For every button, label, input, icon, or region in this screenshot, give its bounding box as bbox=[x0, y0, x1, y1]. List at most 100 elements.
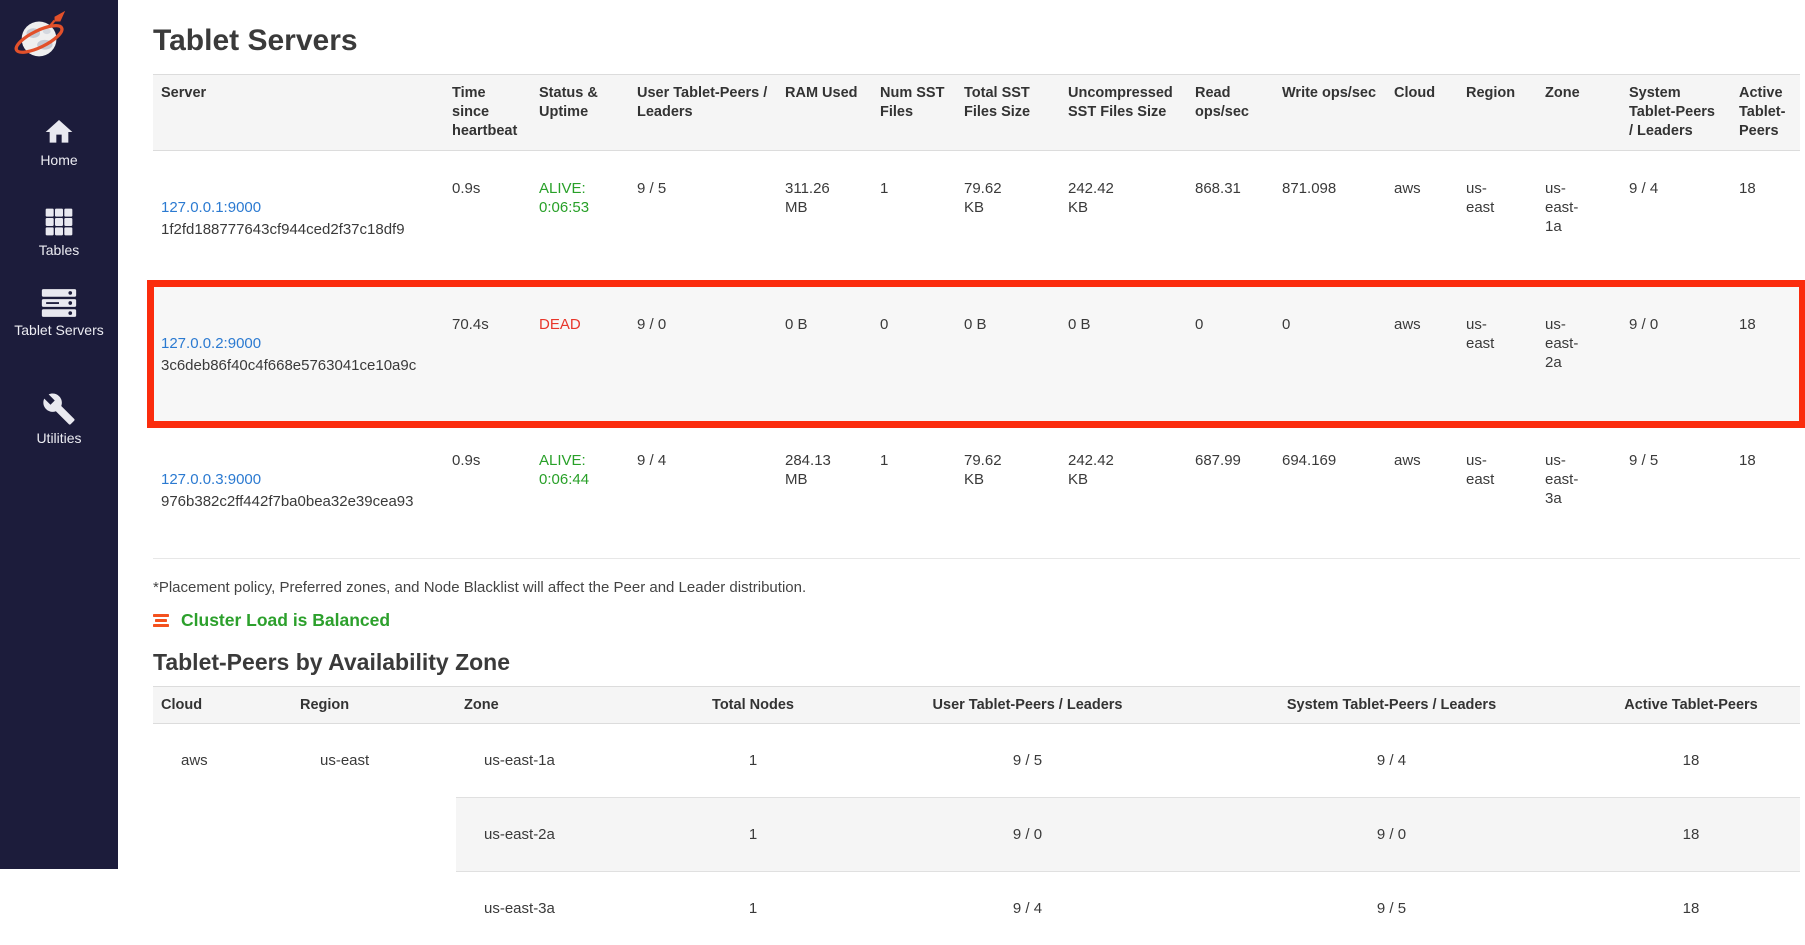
sidebar-item-home[interactable]: Home bbox=[0, 116, 118, 168]
cell-ram: 311.26 MB bbox=[777, 150, 872, 286]
cell-system-peers: 9 / 5 bbox=[1201, 872, 1582, 945]
main-content: Tablet Servers Server Time since heartbe… bbox=[118, 0, 1805, 869]
uptime-text: 0:06:44 bbox=[539, 471, 589, 488]
col-zone: Zone bbox=[456, 687, 652, 724]
cell-user-peers: 9 / 0 bbox=[629, 286, 777, 422]
cell-active-peers: 18 bbox=[1731, 150, 1800, 286]
cell-server: 127.0.0.3:9000 976b382c2ff442f7ba0bea32e… bbox=[153, 422, 444, 558]
yugabyte-logo[interactable] bbox=[12, 8, 70, 66]
cell-total-nodes: 1 bbox=[652, 872, 854, 945]
cell-zone: us- east- 3a bbox=[1537, 422, 1621, 558]
cell-uncompressed-sst: 242.42 KB bbox=[1060, 150, 1187, 286]
cell-read-ops: 0 bbox=[1187, 286, 1274, 422]
cell-num-sst: 1 bbox=[872, 422, 956, 558]
sidebar-item-utilities[interactable]: Utilities bbox=[0, 392, 118, 446]
col-heartbeat: Time since heartbeat bbox=[444, 75, 531, 151]
col-system-peers: System Tablet-Peers / Leaders bbox=[1621, 75, 1731, 151]
col-cloud: Cloud bbox=[1386, 75, 1458, 151]
cluster-load-icon bbox=[153, 613, 171, 629]
cell-status: ALIVE: 0:06:44 bbox=[531, 422, 629, 558]
server-uuid: 3c6deb86f40c4f668e5763041ce10a9c bbox=[161, 356, 436, 375]
cell-total-nodes: 1 bbox=[652, 798, 854, 872]
cell-system-peers: 9 / 0 bbox=[1201, 798, 1582, 872]
cell-write-ops: 694.169 bbox=[1274, 422, 1386, 558]
col-region: Region bbox=[1458, 75, 1537, 151]
app-window: Home Tables bbox=[0, 0, 1805, 869]
cell-read-ops: 868.31 bbox=[1187, 150, 1274, 286]
cell-ram: 284.13 MB bbox=[777, 422, 872, 558]
cell-region: us- east bbox=[1458, 150, 1537, 286]
cell-user-peers: 9 / 4 bbox=[854, 872, 1201, 945]
cell-status: DEAD bbox=[531, 286, 629, 422]
planet-logo-icon bbox=[12, 8, 70, 66]
cell-system-peers: 9 / 5 bbox=[1621, 422, 1731, 558]
cell-zone: us-east-1a bbox=[456, 724, 652, 798]
server-link[interactable]: 127.0.0.3:9000 bbox=[161, 471, 261, 488]
status-text: ALIVE: bbox=[539, 452, 586, 469]
server-row-1: 127.0.0.1:9000 1f2fd188777643cf944ced2f3… bbox=[153, 150, 1800, 286]
cell-region: us- east bbox=[1458, 422, 1537, 558]
cell-server: 127.0.0.2:9000 3c6deb86f40c4f668e5763041… bbox=[153, 286, 444, 422]
server-link[interactable]: 127.0.0.1:9000 bbox=[161, 199, 261, 216]
sidebar-item-tables[interactable]: Tables bbox=[0, 206, 118, 258]
server-uuid: 976b382c2ff442f7ba0bea32e39cea93 bbox=[161, 492, 436, 511]
cell-total-nodes: 1 bbox=[652, 724, 854, 798]
table-header-row: Cloud Region Zone Total Nodes User Table… bbox=[153, 687, 1800, 724]
cell-user-peers: 9 / 5 bbox=[629, 150, 777, 286]
cell-status: ALIVE:0:06:53 bbox=[531, 150, 629, 286]
col-ram: RAM Used bbox=[777, 75, 872, 151]
sidebar-item-label: Tablet Servers bbox=[0, 323, 118, 338]
server-uuid: 1f2fd188777643cf944ced2f37c18df9 bbox=[161, 220, 436, 239]
cell-num-sst: 0 bbox=[872, 286, 956, 422]
col-user-peers: User Tablet-Peers / Leaders bbox=[854, 687, 1201, 724]
cell-heartbeat: 0.9s bbox=[444, 150, 531, 286]
cell-ram: 0 B bbox=[777, 286, 872, 422]
sidebar-item-label: Tables bbox=[0, 243, 118, 258]
cell-sst-size: 79.62 KB bbox=[956, 150, 1060, 286]
cluster-load-status: Cluster Load is Balanced bbox=[153, 610, 1805, 631]
status-text: ALIVE: bbox=[539, 180, 586, 197]
cell-write-ops: 0 bbox=[1274, 286, 1386, 422]
col-server: Server bbox=[153, 75, 444, 151]
cell-system-peers: 9 / 0 bbox=[1621, 286, 1731, 422]
col-cloud: Cloud bbox=[153, 687, 292, 724]
col-sst-size: Total SST Files Size bbox=[956, 75, 1060, 151]
col-region: Region bbox=[292, 687, 456, 724]
table-header-row: Server Time since heartbeat Status & Upt… bbox=[153, 75, 1800, 151]
cell-cloud: aws bbox=[153, 724, 292, 945]
az-section-title: Tablet-Peers by Availability Zone bbox=[153, 649, 1805, 676]
cell-uncompressed-sst: 242.42 KB bbox=[1060, 422, 1187, 558]
cell-user-peers: 9 / 5 bbox=[854, 724, 1201, 798]
cell-cloud: aws bbox=[1386, 286, 1458, 422]
cell-cloud: aws bbox=[1386, 150, 1458, 286]
cell-zone: us-east-3a bbox=[456, 872, 652, 945]
sidebar-item-label: Utilities bbox=[0, 431, 118, 446]
utilities-icon bbox=[42, 392, 76, 426]
cell-zone: us- east- 1a bbox=[1537, 150, 1621, 286]
cell-active-peers: 18 bbox=[1582, 872, 1800, 945]
cell-sst-size: 79.62 KB bbox=[956, 422, 1060, 558]
col-active-peers: Active Tablet-Peers bbox=[1582, 687, 1800, 724]
col-write-ops: Write ops/sec bbox=[1274, 75, 1386, 151]
cell-active-peers: 18 bbox=[1731, 286, 1800, 422]
cell-active-peers: 18 bbox=[1582, 798, 1800, 872]
col-active-peers: Active Tablet-Peers bbox=[1731, 75, 1800, 151]
tablet-servers-table: Server Time since heartbeat Status & Upt… bbox=[153, 74, 1800, 559]
cluster-load-label: Cluster Load is Balanced bbox=[181, 610, 390, 631]
col-status: Status & Uptime bbox=[531, 75, 629, 151]
cell-num-sst: 1 bbox=[872, 150, 956, 286]
cell-region: us-east bbox=[292, 724, 456, 945]
cell-server: 127.0.0.1:9000 1f2fd188777643cf944ced2f3… bbox=[153, 150, 444, 286]
server-row-2-dead-highlighted: 127.0.0.2:9000 3c6deb86f40c4f668e5763041… bbox=[153, 286, 1800, 422]
tablet-peers-by-az-table: Cloud Region Zone Total Nodes User Table… bbox=[153, 686, 1800, 945]
cell-write-ops: 871.098 bbox=[1274, 150, 1386, 286]
server-link[interactable]: 127.0.0.2:9000 bbox=[161, 335, 261, 352]
col-user-peers: User Tablet-Peers / Leaders bbox=[629, 75, 777, 151]
cell-zone: us-east-2a bbox=[456, 798, 652, 872]
status-text: DEAD bbox=[539, 316, 581, 333]
sidebar-item-tablet-servers[interactable]: Tablet Servers bbox=[0, 288, 118, 338]
tables-icon bbox=[42, 206, 76, 238]
sidebar-item-label: Home bbox=[0, 153, 118, 168]
placement-policy-footnote: *Placement policy, Preferred zones, and … bbox=[153, 579, 1805, 596]
cell-cloud: aws bbox=[1386, 422, 1458, 558]
